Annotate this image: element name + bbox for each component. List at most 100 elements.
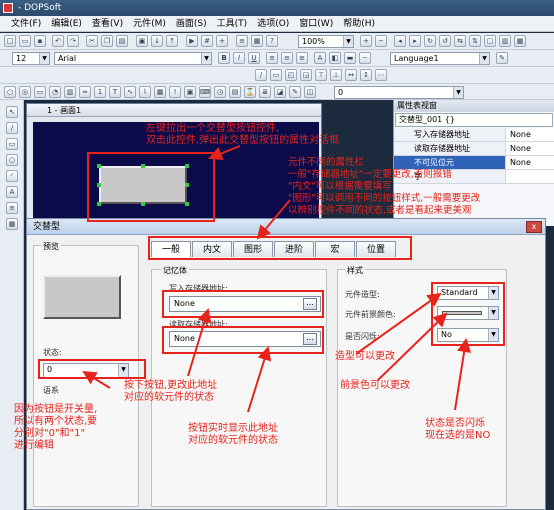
drawing-element-icon[interactable]: ✎: [289, 86, 301, 98]
menu-edit[interactable]: 编辑(E): [46, 16, 87, 31]
state-select[interactable]: 0 ▼: [334, 86, 464, 99]
text-icon[interactable]: A: [6, 186, 18, 198]
group-icon[interactable]: ▦: [251, 35, 263, 47]
layout-icon[interactable]: ▥: [499, 35, 511, 47]
button-element-icon[interactable]: ○: [4, 86, 16, 98]
underline-icon[interactable]: U: [248, 52, 260, 64]
menu-element[interactable]: 元件(M): [128, 16, 171, 31]
grid-icon[interactable]: #: [201, 35, 213, 47]
font-size-select[interactable]: 12 ▼: [12, 52, 50, 65]
same-height-icon[interactable]: ↕: [360, 69, 372, 81]
line-tool-icon[interactable]: /: [255, 69, 267, 81]
next-screen-icon[interactable]: ▸: [409, 35, 421, 47]
simulate-icon[interactable]: ▶: [186, 35, 198, 47]
property-row[interactable]: 读取存储器地址 None: [394, 142, 554, 156]
sampling-element-icon[interactable]: ▤: [229, 86, 241, 98]
switch-element-icon[interactable]: ▭: [34, 86, 46, 98]
compile-icon[interactable]: ▣: [136, 35, 148, 47]
trend-element-icon[interactable]: ⌇: [139, 86, 151, 98]
picture-element-icon[interactable]: ▣: [184, 86, 196, 98]
menu-window[interactable]: 窗口(W): [294, 16, 338, 31]
refresh-icon[interactable]: ↻: [424, 35, 436, 47]
align-icon[interactable]: ≡: [236, 35, 248, 47]
meter-element-icon[interactable]: ◔: [49, 86, 61, 98]
text-element-icon[interactable]: T: [109, 86, 121, 98]
fill-color-icon[interactable]: ◧: [329, 52, 341, 64]
language-edit-icon[interactable]: ✎: [496, 52, 508, 64]
save-icon[interactable]: ▪: [34, 35, 46, 47]
copy-icon[interactable]: ❐: [101, 35, 113, 47]
send-back-icon[interactable]: ◲: [300, 69, 312, 81]
menu-options[interactable]: 选项(O): [252, 16, 294, 31]
align-top-icon[interactable]: ⊤: [315, 69, 327, 81]
mirror-icon[interactable]: ⇅: [469, 35, 481, 47]
graph-element-icon[interactable]: ◪: [274, 86, 286, 98]
alarm-element-icon[interactable]: !: [169, 86, 181, 98]
close-button[interactable]: x: [526, 221, 542, 233]
cut-icon[interactable]: ✂: [86, 35, 98, 47]
help-icon[interactable]: ?: [266, 35, 278, 47]
text-color-icon[interactable]: A: [314, 52, 326, 64]
recipe-element-icon[interactable]: ≣: [259, 86, 271, 98]
misc-element-icon[interactable]: ◫: [304, 86, 316, 98]
history-element-icon[interactable]: ⌛: [244, 86, 256, 98]
table-icon[interactable]: ▦: [514, 35, 526, 47]
numeric-element-icon[interactable]: 1: [94, 86, 106, 98]
table-icon[interactable]: ▦: [6, 218, 18, 230]
property-row[interactable]: 写入存储器地址 None: [394, 128, 554, 142]
zoom-select[interactable]: 100% ▼: [298, 35, 354, 48]
rectangle-icon[interactable]: ▭: [6, 138, 18, 150]
annotation-write-address: 按下按钮,更改此地址 对应的软元件的状态: [124, 380, 218, 403]
screen-icon[interactable]: ▢: [484, 35, 496, 47]
menu-help[interactable]: 帮助(H): [338, 16, 380, 31]
italic-icon[interactable]: I: [233, 52, 245, 64]
line-style-icon[interactable]: ┄: [359, 52, 371, 64]
redo-icon[interactable]: ↷: [67, 35, 79, 47]
property-object-select[interactable]: 交替型_001 {}: [395, 113, 553, 127]
clock-element-icon[interactable]: ◷: [214, 86, 226, 98]
lamp-element-icon[interactable]: ◎: [19, 86, 31, 98]
align-center-icon[interactable]: ≡: [281, 52, 293, 64]
scale-icon[interactable]: ≡: [6, 202, 18, 214]
prev-screen-icon[interactable]: ◂: [394, 35, 406, 47]
align-right-icon[interactable]: ≡: [296, 52, 308, 64]
font-name-select[interactable]: Arial ▼: [54, 52, 212, 65]
zoom-in-icon[interactable]: +: [360, 35, 372, 47]
style-group-title: 样式: [345, 265, 365, 276]
bold-icon[interactable]: B: [218, 52, 230, 64]
highlight-box-read: [162, 326, 324, 354]
new-file-icon[interactable]: □: [4, 35, 16, 47]
chart-element-icon[interactable]: ∿: [124, 86, 136, 98]
align-bottom-icon[interactable]: ⊥: [330, 69, 342, 81]
snap-icon[interactable]: +: [216, 35, 228, 47]
menu-tools[interactable]: 工具(T): [212, 16, 253, 31]
language-select[interactable]: Language1 ▼: [390, 52, 490, 65]
undo-icon[interactable]: ↶: [52, 35, 64, 47]
blink-label: 是否闪烁:: [345, 332, 380, 341]
open-folder-icon[interactable]: ▭: [19, 35, 31, 47]
pointer-icon[interactable]: ↖: [6, 106, 18, 118]
download-icon[interactable]: ↓: [151, 35, 163, 47]
table-element-icon[interactable]: ▦: [154, 86, 166, 98]
menu-screen[interactable]: 画面(S): [171, 16, 212, 31]
highlight-box-state: [38, 359, 146, 379]
circle-icon[interactable]: ○: [6, 154, 18, 166]
line-color-icon[interactable]: ▬: [344, 52, 356, 64]
keypad-element-icon[interactable]: ⌨: [199, 86, 211, 98]
same-width-icon[interactable]: ↔: [345, 69, 357, 81]
bar-element-icon[interactable]: ▥: [64, 86, 76, 98]
zoom-out-icon[interactable]: −: [375, 35, 387, 47]
distribute-icon[interactable]: ⋯: [375, 69, 387, 81]
line-icon[interactable]: /: [6, 122, 18, 134]
arc-icon[interactable]: ◜: [6, 170, 18, 182]
bring-front-icon[interactable]: ◰: [285, 69, 297, 81]
upload-icon[interactable]: ↑: [166, 35, 178, 47]
rotate-icon[interactable]: ↺: [439, 35, 451, 47]
paste-icon[interactable]: ▤: [116, 35, 128, 47]
rect-tool-icon[interactable]: ▭: [270, 69, 282, 81]
pipe-element-icon[interactable]: ═: [79, 86, 91, 98]
flip-icon[interactable]: ⇆: [454, 35, 466, 47]
align-left-icon[interactable]: ≡: [266, 52, 278, 64]
menu-file[interactable]: 文件(F): [6, 16, 46, 31]
menu-view[interactable]: 查看(V): [87, 16, 128, 31]
